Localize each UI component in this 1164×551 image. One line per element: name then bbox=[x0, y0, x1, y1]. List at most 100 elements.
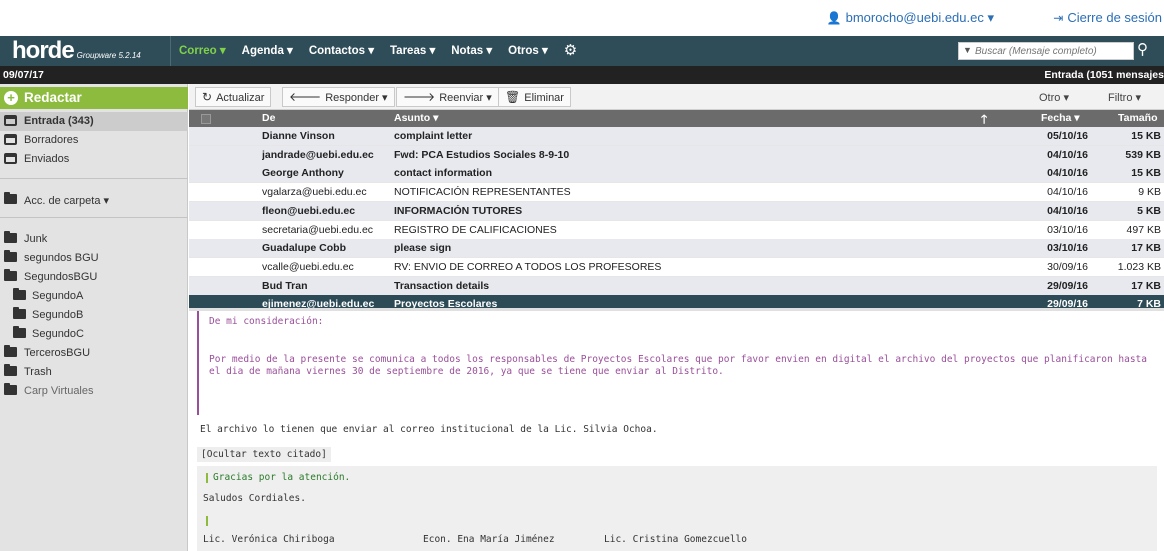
message-body-line: El archivo lo tienen que enviar al corre… bbox=[200, 424, 658, 435]
row-size: 17 KB bbox=[1131, 279, 1161, 292]
user-menu-label: bmorocho@uebi.edu.ec ▾ bbox=[845, 10, 994, 25]
logout-link[interactable]: ⇥ Cierre de sesión bbox=[1053, 10, 1162, 25]
table-row[interactable]: Bud Tran Transaction details 29/09/16 17 KB bbox=[189, 276, 1164, 296]
row-from: Guadalupe Cobb bbox=[262, 242, 346, 255]
row-from: fleon@uebi.edu.ec bbox=[262, 204, 356, 217]
status-bar: 09/07/17 Entrada (1051 mensajes bbox=[0, 66, 1164, 84]
row-size: 539 KB bbox=[1125, 148, 1161, 161]
sidebar-item-junk[interactable]: Junk bbox=[0, 230, 188, 249]
search-scope-dropdown-icon[interactable]: ▼ bbox=[963, 45, 972, 55]
row-subject: NOTIFICACIÓN REPRESENTANTES bbox=[394, 186, 571, 199]
table-row[interactable]: jandrade@uebi.edu.ec Fwd: PCA Estudios So… bbox=[189, 145, 1164, 165]
nav-tasks[interactable]: Tareas ▾ bbox=[382, 36, 443, 66]
quote-line: Por medio de la presente se comunica a t… bbox=[209, 354, 1147, 365]
row-from: Bud Tran bbox=[262, 279, 308, 292]
row-date: 29/09/16 bbox=[1047, 279, 1088, 292]
sidebar-item-segundoc[interactable]: SegundoC bbox=[0, 325, 188, 344]
table-row[interactable]: vgalarza@uebi.edu.ec NOTIFICACIÓN REPRESE… bbox=[189, 183, 1164, 203]
search-box: ▼ bbox=[958, 42, 1134, 60]
nav-calendar[interactable]: Agenda ▾ bbox=[234, 36, 301, 66]
row-size: 5 KB bbox=[1137, 204, 1161, 217]
table-row[interactable]: secretaria@uebi.edu.ec REGISTRO DE CALIFI… bbox=[189, 220, 1164, 240]
message-toolbar: ↻ Actualizar 🡐 Responder ▾ 🡒 Reenviar ▾ 🗑 El… bbox=[189, 84, 1164, 110]
quote-line: De mi consideración: bbox=[209, 316, 324, 327]
sidebar-item-label: SegundoC bbox=[32, 328, 84, 340]
folder-icon bbox=[4, 192, 18, 206]
divider bbox=[0, 217, 188, 218]
sidebar-item-label: Entrada (343) bbox=[24, 115, 94, 127]
sidebar-item-segundoa[interactable]: SegundoA bbox=[0, 287, 188, 306]
logo-text: horde bbox=[12, 37, 75, 64]
row-date: 03/10/16 bbox=[1047, 223, 1088, 236]
sidebar-item-sent[interactable]: Enviados bbox=[0, 150, 188, 169]
gear-icon[interactable]: ⚙ bbox=[556, 36, 585, 66]
sidebar-item-segundob[interactable]: SegundoB bbox=[0, 306, 188, 325]
sidebar-item-segundos-bgu[interactable]: segundos BGU bbox=[0, 249, 188, 268]
quote-bar bbox=[206, 516, 208, 526]
plus-icon: + bbox=[4, 91, 18, 105]
column-header-subject[interactable]: Asunto ▾ bbox=[394, 112, 438, 124]
quote-line: Gracias por la atención. bbox=[213, 472, 351, 483]
table-row[interactable]: George Anthony contact information 04/10/1… bbox=[189, 164, 1164, 184]
row-date: 04/10/16 bbox=[1047, 148, 1088, 161]
folder-open-icon bbox=[4, 269, 18, 283]
quoted-text-block: De mi consideración: Por medio de la pre… bbox=[197, 311, 1157, 415]
row-subject: please sign bbox=[394, 242, 452, 255]
list-header: De Asunto ▾ 🡑 Fecha ▾ Tamaño bbox=[189, 110, 1164, 127]
folder-icon bbox=[4, 231, 18, 245]
sidebar-item-label: segundos BGU bbox=[24, 252, 99, 264]
table-row[interactable]: Dianne Vinson complaint letter 05/10/16 15 … bbox=[189, 127, 1164, 146]
hide-quoted-text-link[interactable]: [Ocultar texto citado] bbox=[197, 447, 331, 462]
table-row[interactable]: vcalle@uebi.edu.ec RV: ENVIO DE CORREO A … bbox=[189, 257, 1164, 277]
reply-button[interactable]: 🡐 Responder ▾ bbox=[282, 87, 395, 107]
quote-line: el dia de mañana viernes 30 de septiembr… bbox=[209, 366, 724, 377]
sidebar-item-label: Enviados bbox=[24, 153, 70, 165]
sidebar-item-drafts[interactable]: Borradores bbox=[0, 131, 188, 150]
filter-menu[interactable]: Filtro ▾ bbox=[1108, 91, 1141, 104]
folder-actions-menu[interactable]: Acc. de carpeta ▾ bbox=[0, 191, 188, 210]
logout-label: Cierre de sesión bbox=[1067, 10, 1162, 25]
sidebar-item-label: Carp Virtuales bbox=[24, 385, 94, 397]
nav-others[interactable]: Otros ▾ bbox=[500, 36, 556, 66]
sidebar-item-label: SegundoB bbox=[32, 309, 84, 321]
main-nav-bar: horde Groupware 5.2.14 Correo ▾ Agenda ▾ … bbox=[0, 36, 1164, 66]
row-date: 30/09/16 bbox=[1047, 260, 1088, 273]
column-header-from[interactable]: De bbox=[262, 112, 275, 124]
sidebar-item-inbox[interactable]: Entrada (343) bbox=[0, 112, 188, 131]
refresh-icon: ↻ bbox=[202, 90, 213, 104]
signature-name: Lic. Verónica Chiriboga bbox=[203, 534, 335, 545]
delete-label: Eliminar bbox=[524, 92, 564, 104]
search-icon[interactable]: ⚲ bbox=[1137, 40, 1148, 58]
trash-icon: 🗑 bbox=[505, 90, 521, 104]
sidebar-item-segundosbgu[interactable]: SegundosBGU bbox=[0, 268, 188, 287]
nav-notes[interactable]: Notas ▾ bbox=[443, 36, 500, 66]
sent-icon bbox=[4, 153, 18, 165]
forward-arrow-icon: 🡒 bbox=[403, 90, 436, 104]
row-size: 1.023 KB bbox=[1117, 260, 1161, 273]
row-subject: Transaction details bbox=[394, 279, 490, 292]
table-row[interactable]: fleon@uebi.edu.ec INFORMACIÓN TUTORES 04/1… bbox=[189, 201, 1164, 221]
nav-contacts[interactable]: Contactos ▾ bbox=[301, 36, 382, 66]
sidebar-item-label: Borradores bbox=[24, 134, 79, 146]
table-row[interactable]: Guadalupe Cobb please sign 03/10/16 17 KB bbox=[189, 239, 1164, 259]
sidebar-item-tercerosbgu[interactable]: TercerosBGU bbox=[0, 344, 188, 363]
search-input[interactable] bbox=[975, 43, 1133, 59]
sidebar-item-label: TercerosBGU bbox=[24, 347, 91, 359]
other-menu[interactable]: Otro ▾ bbox=[1039, 91, 1069, 104]
user-menu[interactable]: 👤 bmorocho@uebi.edu.ec ▾ bbox=[827, 10, 994, 26]
forward-label: Reenviar ▾ bbox=[439, 92, 492, 104]
forward-button[interactable]: 🡒 Reenviar ▾ bbox=[396, 87, 499, 107]
column-header-size[interactable]: Tamaño bbox=[1118, 112, 1157, 124]
sidebar: + Redactar Entrada (343) Borradores Envi… bbox=[0, 84, 188, 551]
compose-button[interactable]: + Redactar bbox=[0, 87, 188, 109]
row-from: secretaria@uebi.edu.ec bbox=[262, 223, 374, 236]
column-header-date[interactable]: Fecha ▾ bbox=[1041, 112, 1080, 124]
horde-logo[interactable]: horde Groupware 5.2.14 bbox=[12, 37, 141, 65]
folder-open-icon bbox=[4, 383, 18, 397]
sidebar-item-trash[interactable]: Trash bbox=[0, 363, 188, 382]
nav-mail[interactable]: Correo ▾ bbox=[170, 36, 234, 66]
refresh-button[interactable]: ↻ Actualizar bbox=[195, 87, 272, 107]
row-size: 9 KB bbox=[1138, 186, 1161, 199]
sidebar-item-virtual-folders[interactable]: Carp Virtuales bbox=[0, 382, 188, 401]
delete-button[interactable]: 🗑 Eliminar bbox=[498, 87, 571, 107]
